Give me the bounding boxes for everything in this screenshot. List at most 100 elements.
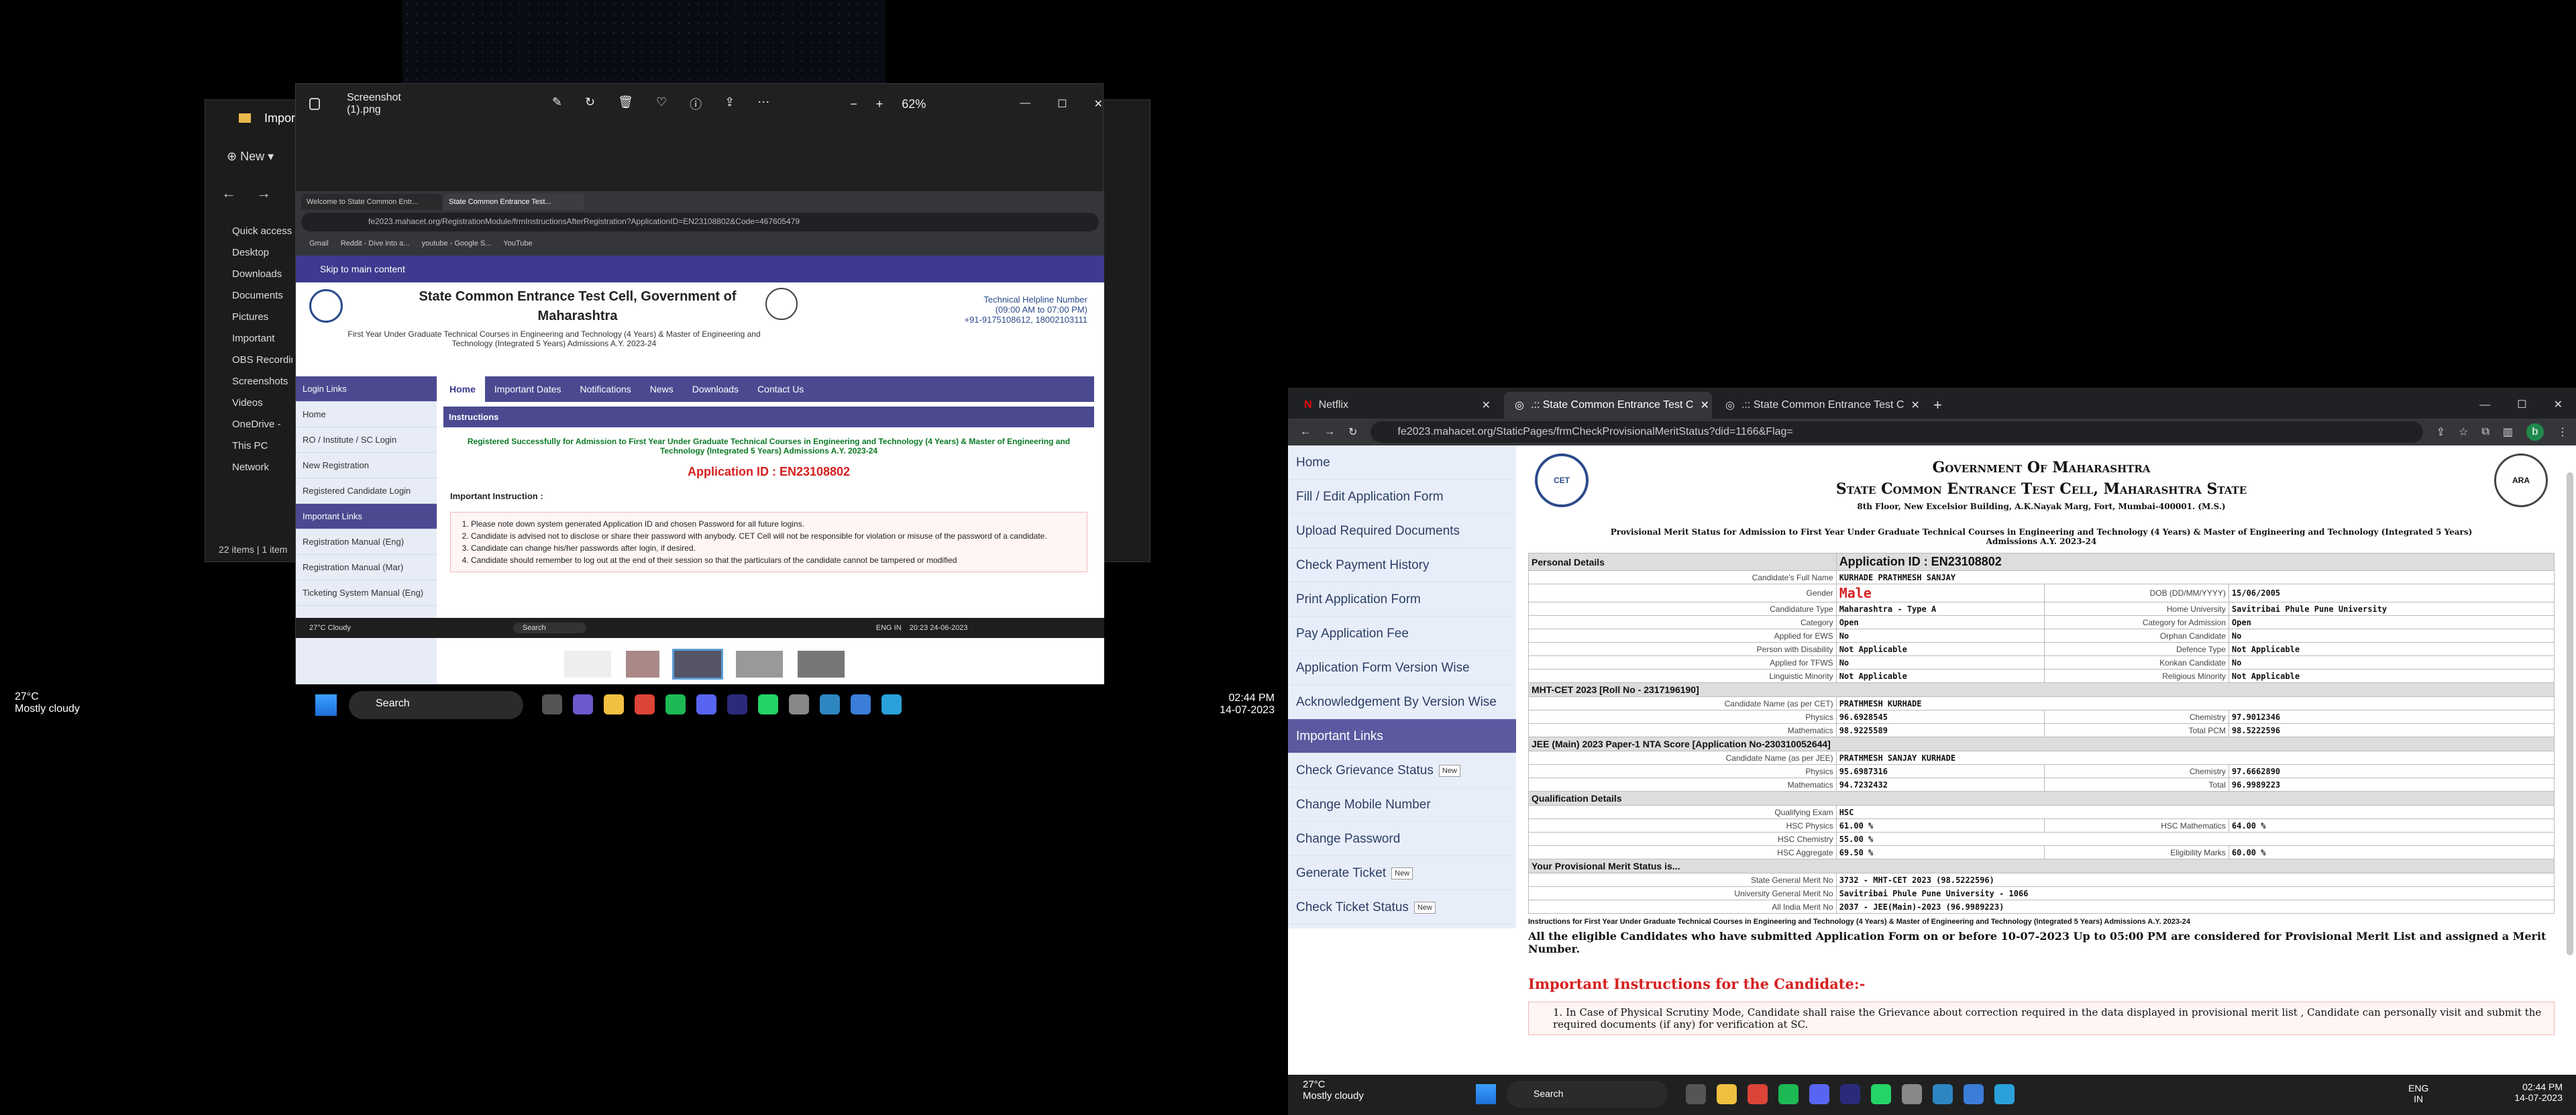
share-icon[interactable]: ⇪: [2436, 425, 2445, 439]
spotify-icon[interactable]: [1778, 1084, 1799, 1104]
menu-link[interactable]: Generate Ticket New: [1288, 856, 1516, 890]
address-bar[interactable]: fe2023.mahacet.org/StaticPages/frmCheckP…: [1371, 421, 2423, 443]
menu-item[interactable]: Check Payment History: [1288, 548, 1516, 582]
info-icon[interactable]: ⓘ: [690, 95, 702, 113]
explorer-sidebar-item[interactable]: OneDrive -: [205, 414, 292, 435]
tab-netflix[interactable]: N Netflix ✕: [1293, 392, 1501, 419]
app-l-icon[interactable]: [820, 694, 840, 714]
mini-tab-active[interactable]: State Common Entrance Test...: [443, 194, 584, 210]
mini-tab[interactable]: Welcome to State Common Entr...: [301, 194, 442, 210]
mini-nav-item[interactable]: Home: [440, 376, 485, 402]
explorer-sidebar-item[interactable]: Videos: [205, 392, 292, 414]
mini-link-item[interactable]: Important Links: [296, 504, 437, 529]
mini-link-item[interactable]: Home: [296, 402, 437, 427]
mini-nav-item[interactable]: Notifications: [571, 376, 641, 402]
thumbnail-selected[interactable]: [672, 649, 723, 680]
telegram-icon[interactable]: [881, 694, 902, 714]
photos-icon[interactable]: [851, 694, 871, 714]
left-weather[interactable]: 27°C Mostly cloudy: [15, 691, 80, 715]
start-icon[interactable]: [1476, 1084, 1496, 1104]
mini-link-item[interactable]: Login Links: [296, 376, 437, 402]
app-l-icon[interactable]: [1933, 1084, 1953, 1104]
whatsapp-icon[interactable]: [758, 694, 778, 714]
telegram-icon[interactable]: [1994, 1084, 2015, 1104]
back-icon[interactable]: ←: [1300, 426, 1311, 438]
thumbnail[interactable]: [736, 651, 783, 678]
mini-nav-item[interactable]: Contact Us: [748, 376, 813, 402]
menu-link[interactable]: Check Ticket Status New: [1288, 890, 1516, 924]
menu-item[interactable]: Pay Application Fee: [1288, 617, 1516, 651]
favorite-icon[interactable]: ♡: [656, 95, 667, 113]
menu-link[interactable]: Change Mobile Number: [1288, 788, 1516, 822]
thumbnail[interactable]: [798, 651, 845, 678]
premiere-icon[interactable]: [727, 694, 747, 714]
explorer-sidebar-item[interactable]: Downloads: [205, 264, 292, 285]
minimize-icon[interactable]: —: [1020, 97, 1030, 111]
menu-item[interactable]: Upload Required Documents: [1288, 514, 1516, 548]
menu-link[interactable]: Change Password: [1288, 822, 1516, 856]
bookmark-reddit[interactable]: Reddit - Dive into a...: [341, 240, 410, 248]
left-clock[interactable]: 02:44 PM 14-07-2023: [1194, 692, 1275, 716]
photos-icon[interactable]: [1964, 1084, 1984, 1104]
extensions-icon[interactable]: ⧉: [2481, 426, 2489, 438]
more-icon[interactable]: ⋯: [757, 95, 769, 113]
zoom-out-icon[interactable]: −: [850, 97, 857, 111]
right-weather[interactable]: 27°C Mostly cloudy: [1303, 1079, 1364, 1102]
mini-address-bar[interactable]: fe2023.mahacet.org/RegistrationModule/fr…: [301, 213, 1099, 231]
forward-arrow-icon[interactable]: →: [256, 184, 271, 202]
zoom-in-icon[interactable]: +: [876, 97, 883, 111]
reload-icon[interactable]: ↻: [1348, 425, 1357, 439]
chrome-icon[interactable]: [635, 694, 655, 714]
minimize-icon[interactable]: —: [2479, 392, 2490, 419]
menu-item[interactable]: Acknowledgement By Version Wise: [1288, 685, 1516, 719]
rotate-icon[interactable]: ↻: [585, 95, 595, 113]
explorer-sidebar-item[interactable]: Desktop: [205, 242, 292, 264]
close-icon[interactable]: ✕: [1094, 97, 1103, 111]
new-tab-icon[interactable]: +: [1925, 392, 1950, 419]
maximize-icon[interactable]: ☐: [2517, 392, 2526, 419]
close-tab-icon[interactable]: ✕: [1482, 399, 1491, 412]
discord-icon[interactable]: [1809, 1084, 1829, 1104]
mini-link-item[interactable]: Registered Candidate Login: [296, 478, 437, 504]
explorer-sidebar-item[interactable]: Important: [205, 328, 292, 350]
menu-item[interactable]: Application Form Version Wise: [1288, 651, 1516, 685]
maximize-icon[interactable]: ☐: [1057, 97, 1067, 111]
right-clock[interactable]: 02:44 PM 14-07-2023: [2489, 1081, 2563, 1103]
menu-icon[interactable]: ⋮: [2557, 425, 2568, 439]
mini-link-item[interactable]: New Registration: [296, 453, 437, 478]
menu-item[interactable]: Print Application Form: [1288, 582, 1516, 617]
thumbnail[interactable]: [626, 651, 659, 678]
explorer-sidebar-item[interactable]: Pictures: [205, 307, 292, 328]
explorer-sidebar-item[interactable]: This PC: [205, 435, 292, 457]
explorer-sidebar-item[interactable]: Documents: [205, 285, 292, 307]
close-tab-icon[interactable]: ✕: [1700, 399, 1709, 412]
bookmark-youtube[interactable]: YouTube: [503, 240, 532, 248]
mini-search[interactable]: Search: [513, 623, 586, 633]
explorer-sidebar-item[interactable]: Screenshots: [205, 371, 292, 392]
menu-link[interactable]: Check Grievance Status New: [1288, 753, 1516, 788]
discord-icon[interactable]: [696, 694, 716, 714]
tab-merit-status[interactable]: ◎ .:: State Common Entrance Test C ✕: [1504, 392, 1712, 419]
skip-link[interactable]: Skip to main content: [320, 264, 405, 274]
mini-link-item[interactable]: Registration Manual (Mar): [296, 555, 437, 580]
explorer-sidebar-item[interactable]: Quick access: [205, 221, 292, 242]
bookmark-google[interactable]: youtube - Google S...: [421, 240, 491, 248]
settings-icon[interactable]: [1902, 1084, 1922, 1104]
teams-icon[interactable]: [573, 694, 593, 714]
sidepanel-icon[interactable]: ▥: [2503, 425, 2513, 439]
chrome-icon[interactable]: [1748, 1084, 1768, 1104]
premiere-icon[interactable]: [1840, 1084, 1860, 1104]
thumbnail[interactable]: [564, 651, 611, 678]
explorer-sidebar-item[interactable]: OBS Recordings: [205, 350, 292, 371]
task-view-icon[interactable]: [1686, 1084, 1706, 1104]
bookmark-star-icon[interactable]: ☆: [2459, 425, 2468, 439]
close-icon[interactable]: ✕: [2554, 392, 2563, 419]
file-explorer-icon[interactable]: [1717, 1084, 1737, 1104]
spotify-icon[interactable]: [665, 694, 686, 714]
delete-icon[interactable]: 🗑: [618, 95, 633, 113]
task-view-icon[interactable]: [542, 694, 562, 714]
new-button[interactable]: ⊕ New ▾: [227, 150, 274, 164]
settings-icon[interactable]: [789, 694, 809, 714]
mini-nav-item[interactable]: Important Dates: [485, 376, 571, 402]
share-icon[interactable]: ⇪: [724, 95, 735, 113]
